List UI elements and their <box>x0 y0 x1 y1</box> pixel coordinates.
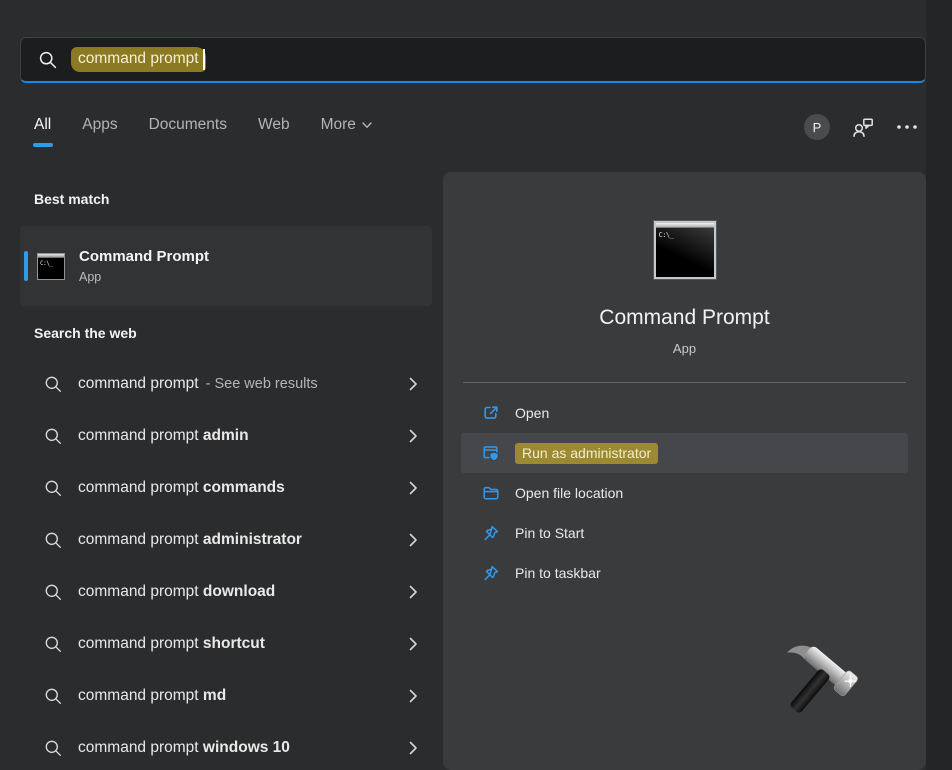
context-actions: Open Run as administrator Open file loca… <box>461 393 908 593</box>
active-tab-underline <box>33 143 53 147</box>
chevron-right-icon[interactable] <box>409 481 418 495</box>
preview-subtitle: App <box>443 341 926 356</box>
search-icon <box>44 583 63 602</box>
web-suggestion-row[interactable]: command prompt commands <box>20 462 432 514</box>
feedback-icon[interactable] <box>851 116 875 138</box>
best-match-subtitle: App <box>79 270 209 284</box>
more-options-icon[interactable] <box>896 124 918 130</box>
tab-web[interactable]: Web <box>258 116 290 147</box>
text-caret <box>203 49 205 70</box>
command-prompt-icon-large: C:\_ <box>654 221 716 279</box>
tab-apps[interactable]: Apps <box>82 116 117 147</box>
search-icon <box>44 739 63 758</box>
open-external-icon <box>482 404 500 422</box>
web-suggestion-row[interactable]: command prompt admin <box>20 410 432 462</box>
web-suggestions-list: command prompt - See web results command… <box>20 358 432 770</box>
admin-shield-icon <box>482 444 500 462</box>
search-icon <box>44 687 63 706</box>
tab-more-label: More <box>321 116 356 134</box>
tab-documents-label: Documents <box>149 116 227 134</box>
selection-accent-bar <box>24 251 28 281</box>
best-match-result[interactable]: C:\_ Command Prompt App <box>20 226 432 306</box>
divider <box>463 382 906 383</box>
top-right-controls: P <box>804 114 918 140</box>
web-suggestion-row[interactable]: command prompt shortcut <box>20 618 432 670</box>
search-icon <box>44 479 63 498</box>
avatar[interactable]: P <box>804 114 830 140</box>
action-pin-to-taskbar[interactable]: Pin to taskbar <box>461 553 908 593</box>
chevron-right-icon[interactable] <box>409 429 418 443</box>
tab-all[interactable]: All <box>34 116 51 147</box>
chevron-right-icon[interactable] <box>409 689 418 703</box>
web-suggestion-row[interactable]: command prompt md <box>20 670 432 722</box>
search-icon <box>44 635 63 654</box>
command-prompt-icon: C:\_ <box>37 253 65 280</box>
tab-apps-label: Apps <box>82 116 117 134</box>
desktop-edge <box>926 0 952 770</box>
best-match-title: Command Prompt <box>79 248 209 265</box>
search-query-highlighted[interactable]: command prompt <box>71 47 206 72</box>
hammer-cursor-icon <box>776 640 874 738</box>
web-suggestion-row[interactable]: command prompt - See web results <box>20 358 432 410</box>
action-open-file-location[interactable]: Open file location <box>461 473 908 513</box>
web-suggestion-row[interactable]: command prompt download <box>20 566 432 618</box>
tab-web-label: Web <box>258 116 290 134</box>
chevron-down-icon <box>362 122 372 129</box>
search-icon <box>44 375 63 394</box>
highlighted-label: Run as administrator <box>515 443 658 464</box>
search-icon <box>44 427 63 446</box>
search-icon <box>38 50 58 70</box>
action-pin-to-start[interactable]: Pin to Start <box>461 513 908 553</box>
action-run-as-administrator[interactable]: Run as administrator <box>461 433 908 473</box>
web-suggestion-row[interactable]: command prompt windows 10 <box>20 722 432 770</box>
pin-icon <box>482 524 500 542</box>
chevron-right-icon[interactable] <box>409 533 418 547</box>
tab-more[interactable]: More <box>321 116 372 147</box>
tab-all-label: All <box>34 116 51 134</box>
chevron-right-icon[interactable] <box>409 637 418 651</box>
preview-pane: C:\_ Command Prompt App Open Run as admi… <box>443 172 926 770</box>
preview-title: Command Prompt <box>443 306 926 330</box>
chevron-right-icon[interactable] <box>409 741 418 755</box>
tab-documents[interactable]: Documents <box>149 116 227 147</box>
chevron-right-icon[interactable] <box>409 377 418 391</box>
search-filter-tabs: All Apps Documents Web More <box>34 116 372 147</box>
search-input[interactable]: command prompt <box>20 37 926 83</box>
search-web-header: Search the web <box>34 325 137 341</box>
folder-icon <box>482 484 500 502</box>
action-open[interactable]: Open <box>461 393 908 433</box>
chevron-right-icon[interactable] <box>409 585 418 599</box>
web-suggestion-row[interactable]: command prompt administrator <box>20 514 432 566</box>
best-match-header: Best match <box>34 191 109 207</box>
search-icon <box>44 531 63 550</box>
pin-icon <box>482 564 500 582</box>
